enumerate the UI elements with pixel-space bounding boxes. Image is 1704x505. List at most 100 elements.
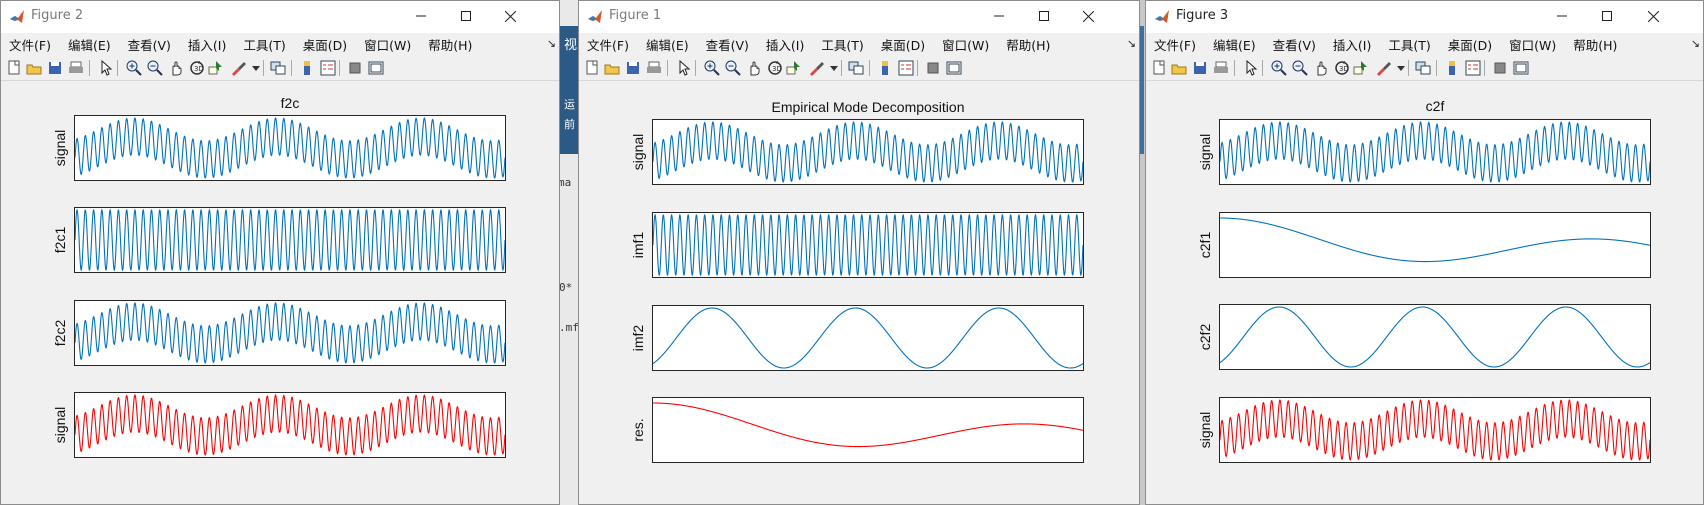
new-figure-icon[interactable]	[5, 59, 23, 77]
window-titlebar[interactable]: Figure 2	[1, 1, 559, 33]
maximize-button[interactable]	[1022, 1, 1066, 31]
zoom-in-icon[interactable]	[703, 59, 721, 77]
minimize-button[interactable]	[399, 1, 443, 31]
brush-icon[interactable]	[229, 59, 247, 77]
menu-item[interactable]: 查看(V)	[120, 35, 180, 54]
menu-item[interactable]: 窗口(W)	[1501, 35, 1565, 54]
menu-item[interactable]: 编辑(E)	[638, 35, 698, 54]
legend-icon[interactable]	[319, 59, 337, 77]
open-icon[interactable]	[1170, 59, 1188, 77]
menu-overflow-icon[interactable]: ↘	[1127, 37, 1136, 50]
plot-axes[interactable]	[1219, 212, 1651, 278]
menu-item[interactable]: 文件(F)	[579, 35, 638, 54]
data-cursor-icon[interactable]	[785, 59, 803, 77]
print-icon[interactable]	[645, 59, 663, 77]
plot-axes[interactable]	[652, 305, 1084, 371]
save-icon[interactable]	[46, 59, 64, 77]
pan-icon[interactable]	[1312, 59, 1330, 77]
minimize-button[interactable]	[1540, 1, 1584, 31]
pointer-icon[interactable]	[1242, 59, 1260, 77]
zoom-in-icon[interactable]	[125, 59, 143, 77]
save-icon[interactable]	[1191, 59, 1209, 77]
legend-icon[interactable]	[1464, 59, 1482, 77]
plot-axes[interactable]	[1219, 397, 1651, 463]
open-icon[interactable]	[603, 59, 621, 77]
zoom-out-icon[interactable]	[724, 59, 742, 77]
rotate-icon[interactable]: 3D	[188, 59, 206, 77]
hide-tools-icon[interactable]	[1491, 59, 1509, 77]
minimize-button[interactable]	[977, 1, 1021, 31]
pointer-icon[interactable]	[675, 59, 693, 77]
menu-overflow-icon[interactable]: ↘	[547, 37, 556, 50]
brush-icon[interactable]	[1374, 59, 1392, 77]
hide-tools-icon[interactable]	[924, 59, 942, 77]
menu-item[interactable]: 工具(T)	[813, 35, 872, 54]
plot-axes[interactable]	[74, 115, 506, 181]
dock-icon[interactable]	[367, 59, 385, 77]
menu-item[interactable]: 插入(I)	[1325, 35, 1380, 54]
close-button[interactable]	[1066, 1, 1110, 31]
figure-window[interactable]: Figure 2 文件(F) 编辑(E) 查看(V) 插入(I) 工具(T) 桌面(D) 窗口…	[0, 0, 560, 505]
maximize-button[interactable]	[444, 1, 488, 31]
menu-item[interactable]: 桌面(D)	[873, 35, 934, 54]
plot-axes[interactable]	[652, 397, 1084, 463]
menu-item[interactable]: 桌面(D)	[295, 35, 356, 54]
menu-item[interactable]: 查看(V)	[1265, 35, 1325, 54]
hide-tools-icon[interactable]	[346, 59, 364, 77]
pan-icon[interactable]	[745, 59, 763, 77]
zoom-out-icon[interactable]	[146, 59, 164, 77]
rotate-icon[interactable]: 3D	[766, 59, 784, 77]
figure-window[interactable]: Figure 1 文件(F) 编辑(E) 查看(V) 插入(I) 工具(T) 桌面(D) 窗口…	[578, 0, 1140, 505]
menu-item[interactable]: 帮助(H)	[1565, 35, 1626, 54]
maximize-button[interactable]	[1585, 1, 1629, 31]
data-cursor-icon[interactable]	[1352, 59, 1370, 77]
window-titlebar[interactable]: Figure 3	[1146, 1, 1703, 33]
link-icon[interactable]	[269, 59, 287, 77]
plot-axes[interactable]	[74, 207, 506, 273]
menu-overflow-icon[interactable]: ↘	[1691, 37, 1700, 50]
link-icon[interactable]	[847, 59, 865, 77]
plot-axes[interactable]	[74, 392, 506, 458]
brush-icon[interactable]	[807, 59, 825, 77]
menu-item[interactable]: 查看(V)	[698, 35, 758, 54]
figure-window[interactable]: Figure 3 文件(F) 编辑(E) 查看(V) 插入(I) 工具(T) 桌面(D) 窗口…	[1145, 0, 1704, 505]
zoom-in-icon[interactable]	[1270, 59, 1288, 77]
print-icon[interactable]	[67, 59, 85, 77]
pan-icon[interactable]	[167, 59, 185, 77]
dock-icon[interactable]	[945, 59, 963, 77]
menu-item[interactable]: 文件(F)	[1, 35, 60, 54]
plot-axes[interactable]	[652, 212, 1084, 278]
plot-axes[interactable]	[74, 300, 506, 366]
menu-item[interactable]: 编辑(E)	[60, 35, 120, 54]
save-icon[interactable]	[624, 59, 642, 77]
colorbar-icon[interactable]	[876, 59, 894, 77]
legend-icon[interactable]	[897, 59, 915, 77]
menu-item[interactable]: 插入(I)	[758, 35, 813, 54]
new-figure-icon[interactable]	[583, 59, 601, 77]
menu-item[interactable]: 帮助(H)	[998, 35, 1059, 54]
close-button[interactable]	[1631, 1, 1675, 31]
plot-axes[interactable]	[1219, 119, 1651, 185]
rotate-icon[interactable]: 3D	[1333, 59, 1351, 77]
plot-axes[interactable]	[1219, 304, 1651, 370]
open-icon[interactable]	[25, 59, 43, 77]
data-cursor-icon[interactable]	[207, 59, 225, 77]
dock-icon[interactable]	[1512, 59, 1530, 77]
close-button[interactable]	[488, 1, 532, 31]
new-figure-icon[interactable]	[1150, 59, 1168, 77]
window-titlebar[interactable]: Figure 1	[579, 1, 1139, 33]
menu-item[interactable]: 窗口(W)	[934, 35, 998, 54]
print-icon[interactable]	[1212, 59, 1230, 77]
colorbar-icon[interactable]	[298, 59, 316, 77]
link-icon[interactable]	[1414, 59, 1432, 77]
colorbar-icon[interactable]	[1443, 59, 1461, 77]
menu-item[interactable]: 帮助(H)	[420, 35, 481, 54]
pointer-icon[interactable]	[97, 59, 115, 77]
menu-item[interactable]: 文件(F)	[1146, 35, 1205, 54]
menu-item[interactable]: 桌面(D)	[1440, 35, 1501, 54]
menu-item[interactable]: 插入(I)	[180, 35, 235, 54]
menu-item[interactable]: 编辑(E)	[1205, 35, 1265, 54]
plot-axes[interactable]	[652, 119, 1084, 185]
zoom-out-icon[interactable]	[1291, 59, 1309, 77]
menu-item[interactable]: 窗口(W)	[356, 35, 420, 54]
